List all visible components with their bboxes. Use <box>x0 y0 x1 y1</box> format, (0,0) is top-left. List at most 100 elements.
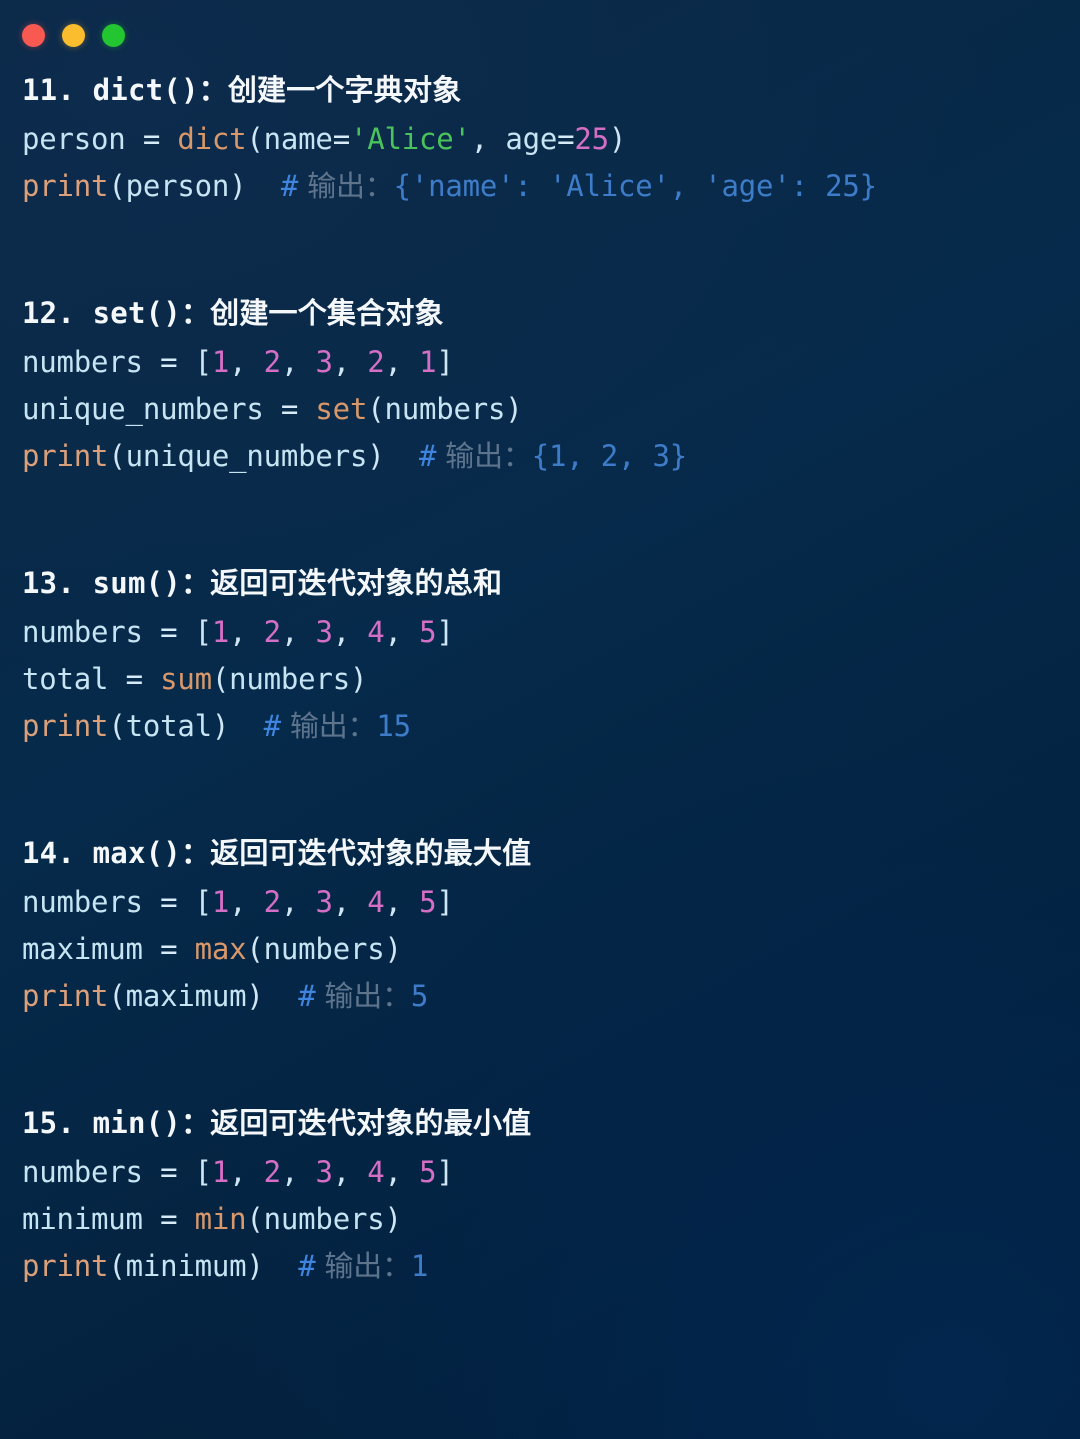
code-line: print(unique_numbers) # 输出：{1, 2, 3} <box>22 433 1062 480</box>
maximize-button[interactable] <box>102 23 125 47</box>
window-controls <box>22 23 125 47</box>
code-token: , <box>229 614 264 649</box>
code-token: 2 <box>367 344 385 379</box>
code-token: 3 <box>315 614 333 649</box>
code-token: numbers <box>22 884 143 919</box>
code-token: numbers <box>263 932 385 967</box>
section-description: 创建一个字典对象 <box>227 73 462 107</box>
code-token: print <box>22 709 109 744</box>
code-content: 11. dict()：创建一个字典对象 person = dict(name='A… <box>0 70 1080 1291</box>
code-token: ) <box>384 932 402 967</box>
code-token: ( <box>246 1202 264 1237</box>
section-heading: 14. max()：返回可迭代对象的最大值 <box>22 833 1062 874</box>
code-token: 1 <box>211 614 230 649</box>
code-token: [ <box>194 884 212 919</box>
code-token: ( <box>108 1249 126 1284</box>
code-token: set <box>315 392 368 427</box>
section-heading: 13. sum()：返回可迭代对象的总和 <box>22 563 1062 604</box>
code-token: 3 <box>315 884 333 919</box>
code-token: [ <box>194 344 212 379</box>
code-token: print <box>22 169 109 204</box>
section-description: 返回可迭代对象的最小值 <box>210 1105 532 1140</box>
code-token: , <box>384 614 420 649</box>
section-number: 12. <box>22 295 75 330</box>
code-token: numbers <box>384 392 506 427</box>
code-token: ( <box>108 979 126 1014</box>
code-token: , <box>384 1154 420 1189</box>
code-line: numbers = [1, 2, 3, 4, 5] <box>22 879 1062 926</box>
code-line: unique_numbers = set(numbers) <box>22 386 1062 433</box>
code-token: maximum <box>125 979 247 1014</box>
code-token: , <box>384 344 420 379</box>
code-token: ) <box>384 1202 402 1237</box>
code-token: total <box>22 662 109 697</box>
section-function-name: dict() <box>74 73 199 107</box>
section-function-name: max() <box>74 835 181 870</box>
section-colon: ： <box>180 1105 211 1140</box>
code-token: = <box>142 884 195 919</box>
code-token: , <box>229 344 264 379</box>
minimize-button[interactable] <box>62 23 85 47</box>
code-token: # <box>280 169 299 204</box>
code-line: person = dict(name='Alice', age=25) <box>22 116 1062 163</box>
code-token: # <box>298 979 316 1014</box>
code-token: # <box>419 439 437 474</box>
code-section: 12. set()：创建一个集合对象 numbers = [1, 2, 3, 2,… <box>22 293 1062 481</box>
section-number: 11. <box>22 73 75 107</box>
code-token: minimum <box>22 1202 143 1237</box>
code-token: ) <box>505 392 523 427</box>
code-token: ) <box>349 662 368 697</box>
code-token: sum <box>160 662 212 697</box>
close-button[interactable] <box>22 23 45 47</box>
code-token: ( <box>108 169 126 204</box>
code-token: [ <box>194 614 212 649</box>
section-heading: 15. min()：返回可迭代对象的最小值 <box>22 1103 1062 1144</box>
code-line: numbers = [1, 2, 3, 2, 1] <box>22 339 1062 386</box>
section-heading: 12. set()：创建一个集合对象 <box>22 293 1062 334</box>
code-token: 输出： <box>315 1249 411 1284</box>
section-number: 13. <box>22 565 75 600</box>
code-token: numbers <box>229 662 350 697</box>
code-token: 4 <box>367 1154 385 1189</box>
code-token: , <box>384 884 420 919</box>
code-token: ( <box>108 709 126 744</box>
code-token: = <box>332 122 350 157</box>
code-token: = <box>263 392 316 427</box>
code-token: 1 <box>211 1154 230 1189</box>
section-function-name: set() <box>74 295 181 330</box>
code-token: 输出： <box>436 439 532 474</box>
code-token: ] <box>436 884 454 919</box>
code-token: 输出： <box>298 169 394 204</box>
code-token: ] <box>436 344 454 379</box>
code-token: ( <box>367 392 385 427</box>
code-token: 25 <box>574 122 609 157</box>
section-function-name: sum() <box>74 565 181 600</box>
code-token: , <box>332 884 368 919</box>
code-token: 5 <box>410 979 429 1014</box>
code-token: , <box>470 122 506 157</box>
code-token: , <box>332 1154 368 1189</box>
code-token: numbers <box>22 614 143 649</box>
code-section: 15. min()：返回可迭代对象的最小值 numbers = [1, 2, 3,… <box>22 1103 1062 1291</box>
code-token: 4 <box>367 884 385 919</box>
section-colon: ： <box>198 73 228 107</box>
code-token: max <box>194 932 247 967</box>
section-number: 15. <box>22 1105 75 1140</box>
section-colon: ： <box>180 295 211 330</box>
code-snippet-window: 11. dict()：创建一个字典对象 person = dict(name='A… <box>0 0 1080 1439</box>
code-token: dict <box>177 122 247 157</box>
code-token: 输出： <box>315 979 411 1014</box>
code-line: print(total) # 输出：15 <box>22 703 1062 750</box>
code-token: unique_numbers <box>125 439 368 474</box>
code-line: numbers = [1, 2, 3, 4, 5] <box>22 609 1062 656</box>
section-number: 14. <box>22 835 75 870</box>
section-description: 返回可迭代对象的最大值 <box>210 835 532 870</box>
code-token: {'name': 'Alice', 'age': 25} <box>393 169 877 204</box>
code-token: numbers <box>22 344 143 379</box>
code-token: person <box>22 122 126 157</box>
code-line: print(person) # 输出：{'name': 'Alice', 'ag… <box>22 163 1062 210</box>
code-token: , <box>229 1154 264 1189</box>
section-function-name: min() <box>74 1105 181 1140</box>
